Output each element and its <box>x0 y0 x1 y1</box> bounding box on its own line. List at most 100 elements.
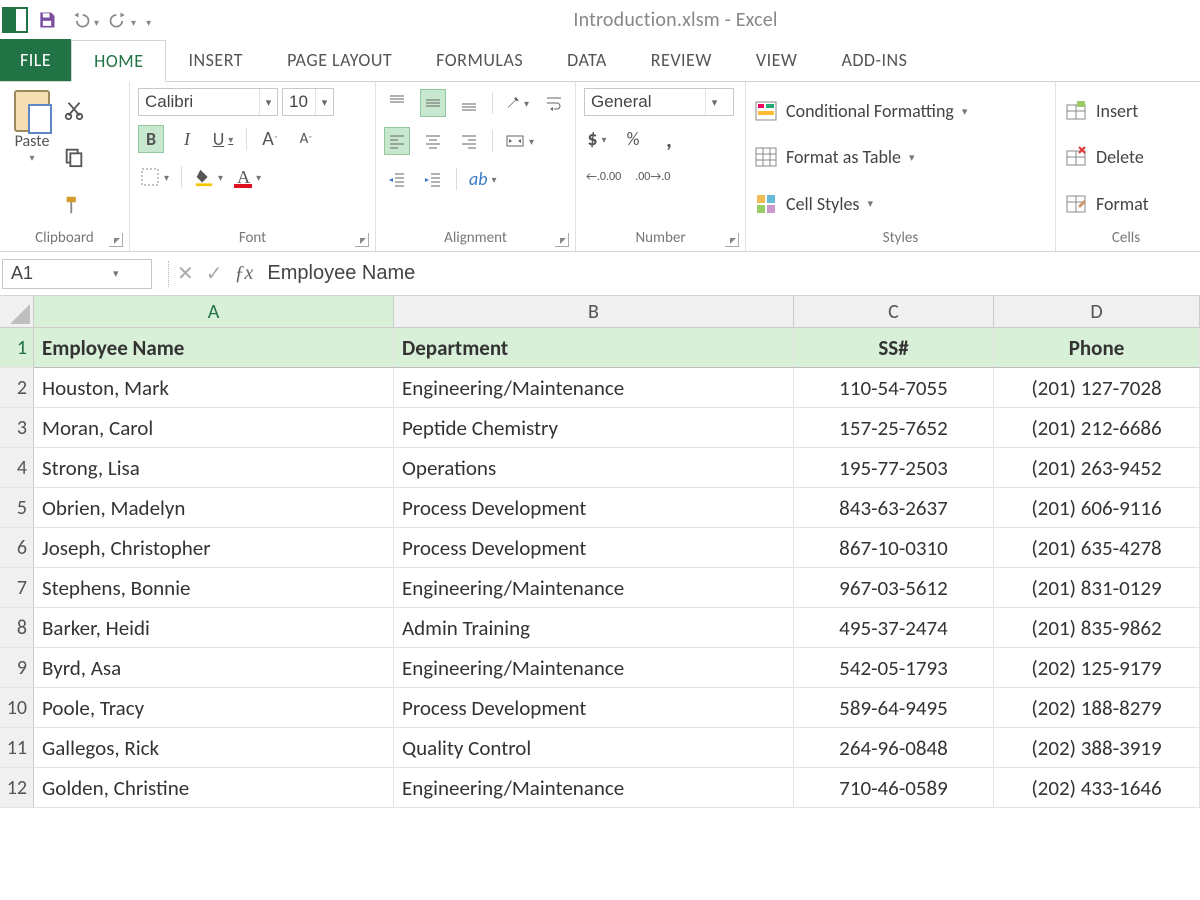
cell[interactable]: SS# <box>794 328 994 368</box>
fx-icon[interactable]: ƒx <box>235 262 254 285</box>
cell[interactable]: Joseph, Christopher <box>34 528 394 568</box>
undo-caret-icon[interactable]: ▾ <box>94 16 99 29</box>
tab-insert[interactable]: INSERT <box>166 39 265 81</box>
column-header-C[interactable]: C <box>794 296 994 328</box>
cell[interactable]: 264-96-0848 <box>794 728 994 768</box>
cell[interactable]: (202) 433-1646 <box>994 768 1200 808</box>
tab-page-layout[interactable]: PAGE LAYOUT <box>265 39 414 81</box>
cell[interactable]: Strong, Lisa <box>34 448 394 488</box>
cell[interactable]: 495-37-2474 <box>794 608 994 648</box>
number-format-combo[interactable]: ▾ <box>584 88 734 116</box>
insert-cells-button[interactable]: Insert <box>1064 94 1188 128</box>
row-header[interactable]: 10 <box>0 688 34 728</box>
cell[interactable]: Operations <box>394 448 794 488</box>
column-header-A[interactable]: A <box>34 296 394 328</box>
cell[interactable]: (202) 125-9179 <box>994 648 1200 688</box>
merge-center-button[interactable] <box>503 127 536 155</box>
number-dialog-launcher[interactable] <box>725 233 739 247</box>
align-right-button[interactable] <box>456 127 482 155</box>
row-header[interactable]: 7 <box>0 568 34 608</box>
alignment-dialog-launcher[interactable] <box>555 233 569 247</box>
undo-button[interactable] <box>66 5 96 35</box>
cell[interactable]: Process Development <box>394 528 794 568</box>
decrease-indent-button[interactable] <box>384 165 410 193</box>
cell[interactable]: Phone <box>994 328 1200 368</box>
cell[interactable]: Engineering/Maintenance <box>394 368 794 408</box>
redo-caret-icon[interactable]: ▾ <box>131 16 136 29</box>
save-button[interactable] <box>32 5 62 35</box>
cell[interactable]: 542-05-1793 <box>794 648 994 688</box>
wrap-text-button[interactable] <box>541 89 567 117</box>
tab-review[interactable]: REVIEW <box>629 39 734 81</box>
format-painter-button[interactable] <box>60 192 88 218</box>
cell[interactable]: 867-10-0310 <box>794 528 994 568</box>
percent-format-button[interactable]: % <box>620 125 646 153</box>
cell[interactable]: 110-54-7055 <box>794 368 994 408</box>
cell[interactable]: Moran, Carol <box>34 408 394 448</box>
cell[interactable]: Admin Training <box>394 608 794 648</box>
cell[interactable]: Byrd, Asa <box>34 648 394 688</box>
worksheet-grid[interactable]: ABCD1Employee NameDepartmentSS#Phone2Hou… <box>0 296 1200 808</box>
fill-color-button[interactable] <box>192 163 225 191</box>
cell[interactable]: Process Development <box>394 488 794 528</box>
cell[interactable]: (201) 835-9862 <box>994 608 1200 648</box>
cut-button[interactable] <box>60 97 88 123</box>
redo-button[interactable] <box>103 5 133 35</box>
increase-decimal-button[interactable]: ←.0.00 <box>584 163 623 191</box>
row-header[interactable]: 1 <box>0 328 34 368</box>
cell[interactable]: (201) 635-4278 <box>994 528 1200 568</box>
cell[interactable]: 157-25-7652 <box>794 408 994 448</box>
cell[interactable]: Employee Name <box>34 328 394 368</box>
font-size-caret-icon[interactable]: ▾ <box>315 89 333 115</box>
cell[interactable]: 710-46-0589 <box>794 768 994 808</box>
font-size-combo[interactable]: ▾ <box>282 88 334 116</box>
cell[interactable]: Barker, Heidi <box>34 608 394 648</box>
accept-formula-button[interactable]: ✓ <box>206 261 223 286</box>
font-name-input[interactable] <box>139 89 259 115</box>
cell[interactable]: Engineering/Maintenance <box>394 768 794 808</box>
row-header[interactable]: 9 <box>0 648 34 688</box>
cell[interactable]: Houston, Mark <box>34 368 394 408</box>
tab-formulas[interactable]: FORMULAS <box>414 39 545 81</box>
bold-button[interactable]: B <box>138 125 164 153</box>
name-box[interactable]: ▾ <box>2 259 152 289</box>
comma-format-button[interactable]: , <box>656 125 682 153</box>
align-center-button[interactable] <box>420 127 446 155</box>
cell[interactable]: (201) 263-9452 <box>994 448 1200 488</box>
grow-font-button[interactable]: Aˆ <box>257 125 283 153</box>
cell[interactable]: 967-03-5612 <box>794 568 994 608</box>
cell[interactable]: Golden, Christine <box>34 768 394 808</box>
column-header-D[interactable]: D <box>994 296 1200 328</box>
tab-file[interactable]: FILE <box>0 39 71 81</box>
align-top-button[interactable] <box>384 89 410 117</box>
cell[interactable]: Stephens, Bonnie <box>34 568 394 608</box>
cell[interactable]: (201) 127-7028 <box>994 368 1200 408</box>
cell[interactable]: 195-77-2503 <box>794 448 994 488</box>
name-box-caret-icon[interactable]: ▾ <box>113 267 125 280</box>
decrease-decimal-button[interactable]: .00→.0 <box>633 163 672 191</box>
cell[interactable]: 843-63-2637 <box>794 488 994 528</box>
cell[interactable]: Engineering/Maintenance <box>394 648 794 688</box>
clipboard-dialog-launcher[interactable] <box>109 233 123 247</box>
tab-home[interactable]: HOME <box>71 40 166 82</box>
row-header[interactable]: 6 <box>0 528 34 568</box>
font-dialog-launcher[interactable] <box>355 233 369 247</box>
align-left-button[interactable] <box>384 127 410 155</box>
cancel-formula-button[interactable]: ✕ <box>177 261 194 286</box>
cell[interactable]: Peptide Chemistry <box>394 408 794 448</box>
orientation-button[interactable] <box>503 89 531 117</box>
format-as-table-button[interactable]: Format as Table▾ <box>754 140 1047 174</box>
row-header[interactable]: 2 <box>0 368 34 408</box>
font-name-caret-icon[interactable]: ▾ <box>259 89 277 115</box>
conditional-formatting-button[interactable]: Conditional Formatting▾ <box>754 94 1047 128</box>
font-color-button[interactable]: A <box>235 163 263 191</box>
cell[interactable]: Gallegos, Rick <box>34 728 394 768</box>
column-header-B[interactable]: B <box>394 296 794 328</box>
orientation-ab-button[interactable]: ab <box>467 165 499 193</box>
number-format-caret-icon[interactable]: ▾ <box>705 89 723 115</box>
cell[interactable]: 589-64-9495 <box>794 688 994 728</box>
row-header[interactable]: 8 <box>0 608 34 648</box>
select-all-corner[interactable] <box>0 296 34 328</box>
tab-data[interactable]: DATA <box>545 39 629 81</box>
align-bottom-button[interactable] <box>456 89 482 117</box>
